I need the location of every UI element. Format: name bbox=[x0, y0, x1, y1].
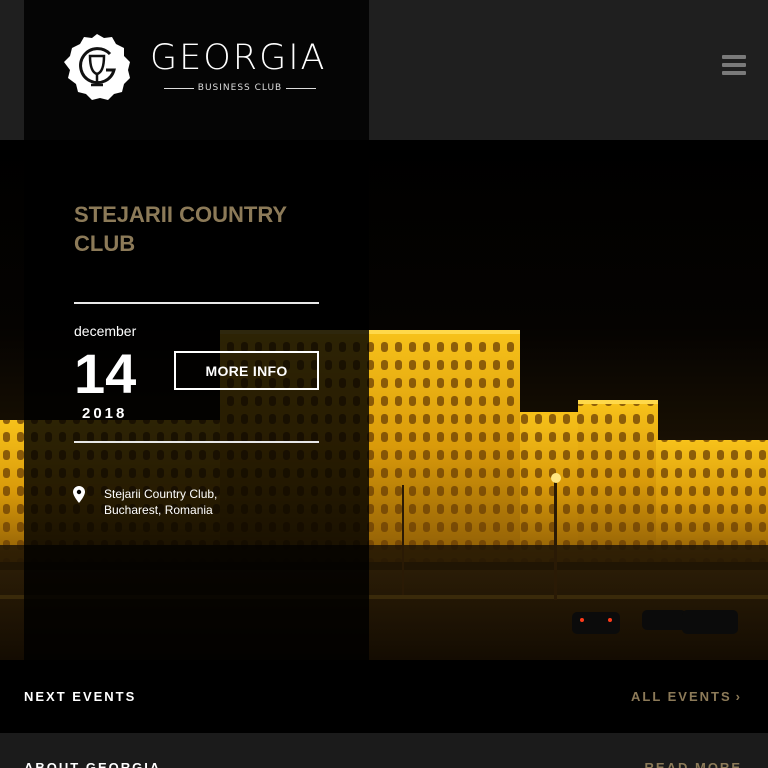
event-title[interactable]: STEJARII COUNTRY CLUB bbox=[74, 200, 334, 258]
read-more-link[interactable]: READ MORE bbox=[645, 760, 742, 768]
address-line-2: Bucharest, Romania bbox=[104, 503, 213, 517]
subtitle-rule-right bbox=[285, 87, 316, 89]
address-line-1: Stejarii Country Club, bbox=[104, 487, 218, 501]
brand-subtitle: BUSINESS CLUB bbox=[197, 83, 283, 93]
all-events-label: ALL EVENTS bbox=[630, 689, 732, 704]
map-pin-icon bbox=[73, 486, 85, 503]
divider-top bbox=[74, 302, 319, 304]
chevron-right-icon: › bbox=[735, 689, 742, 704]
event-year: 2018 bbox=[82, 405, 128, 422]
about-title: ABOUT GEORGIA bbox=[24, 760, 162, 768]
about-section: ABOUT GEORGIA READ MORE bbox=[0, 733, 768, 768]
next-events-title: NEXT EVENTS bbox=[24, 689, 137, 704]
event-panel: GEORGIA BUSINESS CLUB STEJARII COUNTRY C… bbox=[24, 0, 369, 660]
more-info-button[interactable]: MORE INFO bbox=[174, 351, 319, 390]
divider-bottom bbox=[74, 441, 319, 443]
subtitle-rule-left bbox=[164, 87, 194, 89]
event-day: 14 bbox=[74, 342, 137, 405]
event-address: Stejarii Country Club, Bucharest, Romani… bbox=[104, 486, 217, 518]
wine-glass-g-logo-icon[interactable] bbox=[62, 32, 132, 102]
brand-name: GEORGIA bbox=[150, 38, 327, 78]
brand-subtitle-row: BUSINESS CLUB bbox=[164, 80, 316, 96]
hamburger-menu-icon[interactable] bbox=[722, 55, 746, 75]
event-month: december bbox=[74, 323, 137, 339]
all-events-link[interactable]: ALL EVENTS › bbox=[631, 689, 742, 704]
